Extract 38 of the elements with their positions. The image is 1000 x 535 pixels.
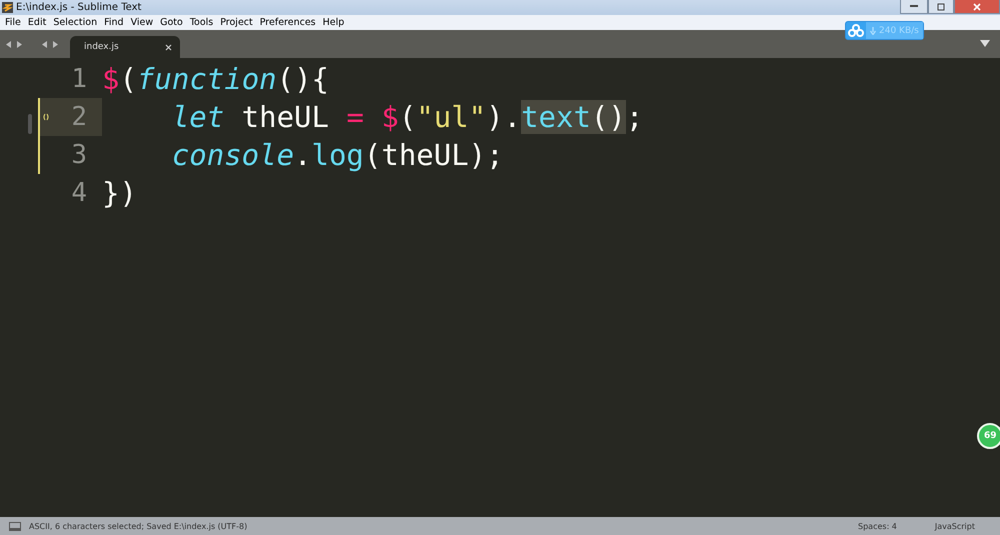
line-number: 2 xyxy=(71,102,87,132)
close-icon xyxy=(973,2,981,10)
menu-item[interactable]: Goto xyxy=(157,17,186,28)
download-speed: 240 KB/s xyxy=(879,26,919,36)
panel-icon[interactable] xyxy=(9,522,21,530)
cloud-icon xyxy=(846,23,866,38)
menu-item[interactable]: Tools xyxy=(186,17,216,28)
syntax-status[interactable]: JavaScript xyxy=(934,522,975,530)
menu-item[interactable]: Selection xyxy=(50,17,100,28)
code-line: }) xyxy=(102,175,138,212)
window-title: E:\index.js - Sublime Text xyxy=(16,2,142,13)
line-number: 1 xyxy=(71,64,87,94)
line-number: 3 xyxy=(71,140,87,170)
menu-item[interactable]: Find xyxy=(101,17,127,28)
maximize-button[interactable] xyxy=(928,0,954,14)
close-icon[interactable] xyxy=(165,44,172,50)
status-message: ASCII, 6 characters selected; Saved E:\index.js (UTF-8) xyxy=(29,522,248,530)
menu-item[interactable]: View xyxy=(128,17,156,28)
code-line: $(function(){ xyxy=(102,61,330,98)
app-logo-icon xyxy=(2,2,13,13)
menu-item[interactable]: Project xyxy=(217,17,256,28)
restore-icon xyxy=(937,2,945,10)
close-button[interactable] xyxy=(954,0,1000,14)
menu-item[interactable]: Help xyxy=(320,17,348,28)
minimize-icon xyxy=(910,5,918,8)
tab-arrows-icon[interactable] xyxy=(42,40,58,48)
code-line: console.log(theUL); xyxy=(170,137,505,174)
menu-item[interactable]: Preferences xyxy=(256,17,319,28)
nav-arrows-icon[interactable] xyxy=(6,40,22,48)
code-line: let theUL = $("ul").text(); xyxy=(170,99,644,136)
menu-item[interactable]: Edit xyxy=(24,17,50,28)
dropdown-icon[interactable] xyxy=(980,40,990,48)
file-tab[interactable]: index.js xyxy=(70,36,180,58)
line-number: 4 xyxy=(71,178,87,208)
menu-item[interactable]: File xyxy=(2,17,24,28)
download-arrow-icon xyxy=(870,26,876,34)
minimize-button[interactable] xyxy=(900,0,928,14)
indentation-status[interactable]: Spaces: 4 xyxy=(858,522,897,530)
